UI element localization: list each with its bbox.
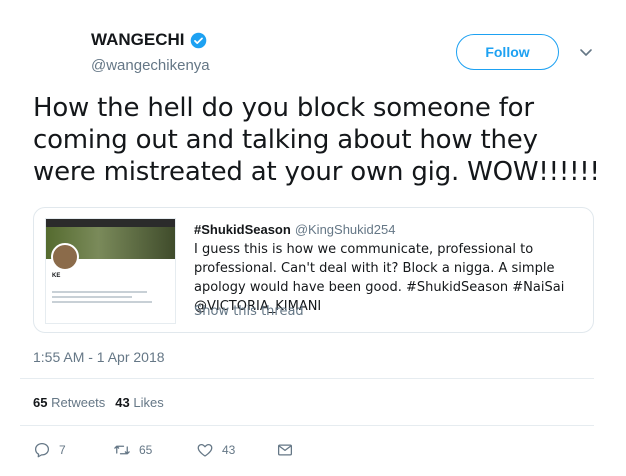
tweet-actions: 7 65 43 (33, 438, 294, 462)
quoted-tweet[interactable]: KE #ShukidSeason @KingShukid254 I guess … (33, 207, 594, 333)
tweet-timestamp[interactable]: 1:55 AM - 1 Apr 2018 (33, 349, 165, 365)
tweet-stats: 65 Retweets 43 Likes (33, 395, 164, 410)
divider (20, 378, 594, 379)
author-name-text[interactable]: WANGECHI (91, 30, 185, 50)
chevron-down-icon[interactable] (578, 44, 594, 60)
tweet-text: How the hell do you block someone for co… (33, 93, 600, 187)
thumb-name: KE (52, 273, 61, 279)
reply-button[interactable]: 7 (33, 441, 113, 459)
retweets-stat[interactable]: 65 Retweets (33, 395, 105, 410)
envelope-icon (277, 444, 293, 456)
reply-count: 7 (59, 443, 66, 457)
reply-icon (34, 442, 50, 458)
likes-count: 43 (115, 395, 130, 410)
quoted-tweet-image[interactable]: KE (45, 218, 176, 324)
retweet-icon (114, 445, 130, 455)
retweet-count: 65 (139, 443, 153, 457)
quoted-author-name[interactable]: #ShukidSeason (194, 222, 291, 237)
author-avatar[interactable] (28, 26, 80, 78)
direct-message-button[interactable] (276, 441, 294, 459)
thumb-avatar (51, 243, 79, 271)
follow-button[interactable]: Follow (456, 34, 559, 70)
author-name[interactable]: WANGECHI (91, 30, 207, 50)
likes-stat[interactable]: 43 Likes (115, 395, 163, 410)
quoted-author-handle[interactable]: @KingShukid254 (295, 222, 396, 237)
show-thread-link[interactable]: Show this thread (194, 304, 304, 319)
thumb-status-bar (46, 219, 175, 227)
heart-icon (197, 443, 213, 457)
retweets-label: Retweets (51, 395, 106, 410)
author-handle[interactable]: @wangechikenya (91, 57, 210, 74)
thumb-blocked-notice (52, 291, 172, 315)
divider (20, 425, 594, 426)
quoted-tweet-header: #ShukidSeason @KingShukid254 (194, 222, 395, 237)
retweet-button[interactable]: 65 (113, 441, 196, 459)
like-count: 43 (222, 443, 236, 457)
like-button[interactable]: 43 (196, 441, 276, 459)
retweets-count: 65 (33, 395, 48, 410)
verified-badge-icon (190, 32, 206, 48)
likes-label: Likes (133, 395, 164, 410)
